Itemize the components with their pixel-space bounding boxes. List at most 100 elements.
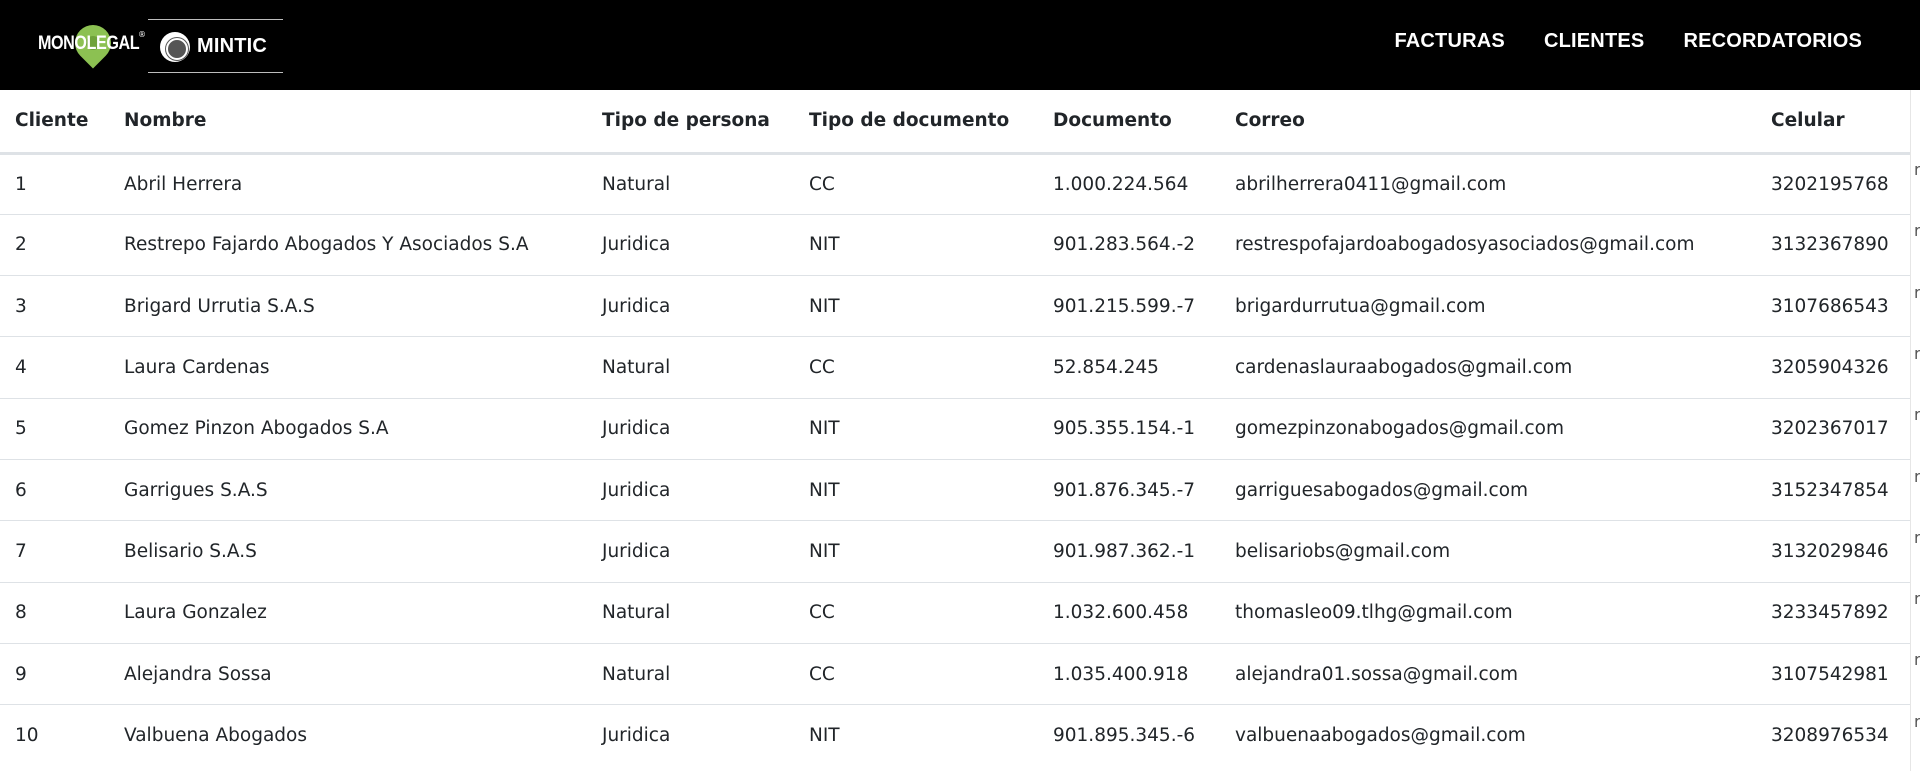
cell-celular: 3132367890 (1756, 213, 1910, 276)
header-tipo-documento: Tipo de documento (809, 110, 1010, 132)
header-nombre: Nombre (124, 110, 207, 132)
cell-correo: garriguesabogados@gmail.com (1220, 458, 1756, 521)
table-row[interactable]: 3 Brigard Urrutia S.A.S Juridica NIT 901.215… (0, 275, 1910, 337)
edge-glyph: r (1914, 589, 1920, 609)
cell-documento: 901.895.345.-6 (1038, 704, 1220, 766)
edge-glyph: r (1914, 221, 1920, 241)
cell-celular: 3107542981 (1756, 642, 1910, 705)
cell-tipo-documento: NIT (794, 520, 1038, 583)
cell-documento: 901.876.345.-7 (1038, 458, 1220, 521)
table-row[interactable]: 4 Laura Cardenas Natural CC 52.854.245 carden… (0, 336, 1910, 399)
cell-correo: belisariobs@gmail.com (1220, 520, 1756, 583)
cell-correo: abrilherrera0411@gmail.com (1235, 173, 1507, 195)
table-row[interactable]: 10 Valbuena Abogados Juridica NIT 901.895.34… (0, 704, 1910, 766)
cell-cliente: 9 (0, 642, 109, 705)
cell-tipo-documento: CC (794, 336, 1038, 399)
cell-tipo-documento: CC (794, 642, 1038, 705)
cell-tipo-persona: Juridica (587, 704, 794, 766)
overflow-column-edge: r r r r r r r r r r (1910, 90, 1920, 771)
clients-table: Cliente Nombre Tipo de persona Tipo de d… (0, 90, 1910, 766)
cell-documento: 1.000.224.564 (1053, 173, 1189, 195)
edge-glyph: r (1914, 160, 1920, 179)
mintic-logo-text: MINTIC (197, 35, 268, 57)
cell-documento: 901.987.362.-1 (1038, 520, 1220, 583)
cell-cliente: 7 (0, 520, 109, 583)
cell-nombre: Garrigues S.A.S (109, 458, 587, 521)
monolegal-logo-text: MONOLEGAL (38, 33, 140, 54)
cell-correo: gomezpinzonabogados@gmail.com (1220, 397, 1756, 460)
cell-cliente: 5 (0, 397, 109, 460)
monolegal-logo[interactable]: MONOLEGAL ® (38, 17, 146, 73)
cell-nombre: Gomez Pinzon Abogados S.A (109, 397, 587, 460)
cell-documento: 901.215.599.-7 (1038, 275, 1220, 337)
cell-cliente: 2 (0, 213, 109, 276)
cell-tipo-persona: Natural (602, 173, 671, 195)
cell-tipo-documento: CC (809, 173, 835, 195)
cell-nombre: Alejandra Sossa (109, 642, 587, 705)
cell-correo: thomasleo09.tlhg@gmail.com (1220, 581, 1756, 644)
cell-tipo-documento: NIT (794, 275, 1038, 337)
cell-tipo-documento: NIT (794, 704, 1038, 766)
cell-nombre: Brigard Urrutia S.A.S (109, 275, 587, 337)
cell-nombre: Valbuena Abogados (109, 704, 587, 766)
nav-link-clientes[interactable]: CLIENTES (1544, 30, 1645, 53)
cell-nombre: Belisario S.A.S (109, 520, 587, 583)
cell-celular: 3202367017 (1756, 397, 1910, 460)
table-row[interactable]: 7 Belisario S.A.S Juridica NIT 901.987.362.-… (0, 520, 1910, 583)
cell-correo: brigardurrutua@gmail.com (1220, 275, 1756, 337)
nav-links: FACTURAS CLIENTES RECORDATORIOS (1355, 30, 1862, 53)
clients-table-container[interactable]: Cliente Nombre Tipo de persona Tipo de d… (0, 90, 1910, 771)
cell-documento: 901.283.564.-2 (1038, 213, 1220, 276)
cell-documento: 905.355.154.-1 (1038, 397, 1220, 460)
table-row[interactable]: 2 Restrepo Fajardo Abogados Y Asociados S… (0, 213, 1910, 276)
cell-tipo-persona: Juridica (587, 520, 794, 583)
nav-link-recordatorios[interactable]: RECORDATORIOS (1683, 30, 1862, 53)
cell-tipo-documento: CC (794, 581, 1038, 644)
brand-logos[interactable]: MONOLEGAL ® MINTIC (38, 17, 283, 73)
cell-documento: 1.035.400.918 (1038, 642, 1220, 705)
cell-tipo-persona: Juridica (587, 397, 794, 460)
cell-cliente: 1 (15, 173, 27, 195)
cell-correo: alejandra01.sossa@gmail.com (1220, 642, 1756, 705)
edge-glyph: r (1914, 405, 1920, 425)
cell-tipo-documento: NIT (794, 397, 1038, 460)
cell-documento: 52.854.245 (1038, 336, 1220, 399)
header-cliente: Cliente (15, 110, 89, 132)
cell-nombre: Abril Herrera (124, 173, 243, 195)
cell-tipo-persona: Natural (587, 336, 794, 399)
table-row[interactable]: 5 Gomez Pinzon Abogados S.A Juridica NIT 905… (0, 397, 1910, 460)
table-row[interactable]: 8 Laura Gonzalez Natural CC 1.032.600.458 tho… (0, 581, 1910, 644)
cell-celular: 3132029846 (1756, 520, 1910, 583)
cell-nombre: Laura Cardenas (109, 336, 587, 399)
cell-tipo-persona: Juridica (587, 213, 794, 276)
table-header: Cliente Nombre Tipo de persona Tipo de d… (0, 90, 1910, 153)
cell-tipo-documento: NIT (794, 458, 1038, 521)
cell-tipo-persona: Juridica (587, 458, 794, 521)
cell-tipo-persona: Natural (587, 642, 794, 705)
cell-nombre: Restrepo Fajardo Abogados Y Asociados S.… (109, 213, 587, 276)
table-row[interactable]: 9 Alejandra Sossa Natural CC 1.035.400.918 al… (0, 642, 1910, 705)
header-tipo-persona: Tipo de persona (602, 110, 770, 132)
edge-glyph: r (1914, 466, 1920, 486)
cell-celular: 3233457892 (1756, 581, 1910, 644)
edge-glyph: r (1914, 282, 1920, 302)
cell-nombre: Laura Gonzalez (109, 581, 587, 644)
table-row[interactable]: 6 Garrigues S.A.S Juridica NIT 901.876.345.-… (0, 458, 1910, 521)
cell-cliente: 4 (0, 336, 109, 399)
mintic-seal-icon (160, 32, 190, 62)
table-body: 1 Abril Herrera Natural CC 1.000.224.564 abri… (0, 153, 1910, 766)
cell-documento: 1.032.600.458 (1038, 581, 1220, 644)
mintic-logo[interactable]: MINTIC (148, 19, 283, 73)
edge-glyph: r (1914, 343, 1920, 363)
registered-mark: ® (138, 30, 146, 39)
cell-celular: 3152347854 (1756, 458, 1910, 521)
header-correo: Correo (1235, 110, 1305, 132)
top-navbar: MONOLEGAL ® MINTIC FACTURAS CLIENTES REC… (0, 0, 1920, 90)
table-row[interactable]: 1 Abril Herrera Natural CC 1.000.224.564 abri… (0, 153, 1910, 214)
nav-link-facturas[interactable]: FACTURAS (1394, 30, 1505, 53)
cell-cliente: 6 (0, 458, 109, 521)
edge-glyph: r (1914, 527, 1920, 547)
cell-correo: restrespofajardoabogadosyasociados@gmail… (1220, 213, 1756, 276)
cell-correo: valbuenaabogados@gmail.com (1220, 704, 1756, 766)
cell-celular: 3208976534 (1756, 704, 1910, 766)
